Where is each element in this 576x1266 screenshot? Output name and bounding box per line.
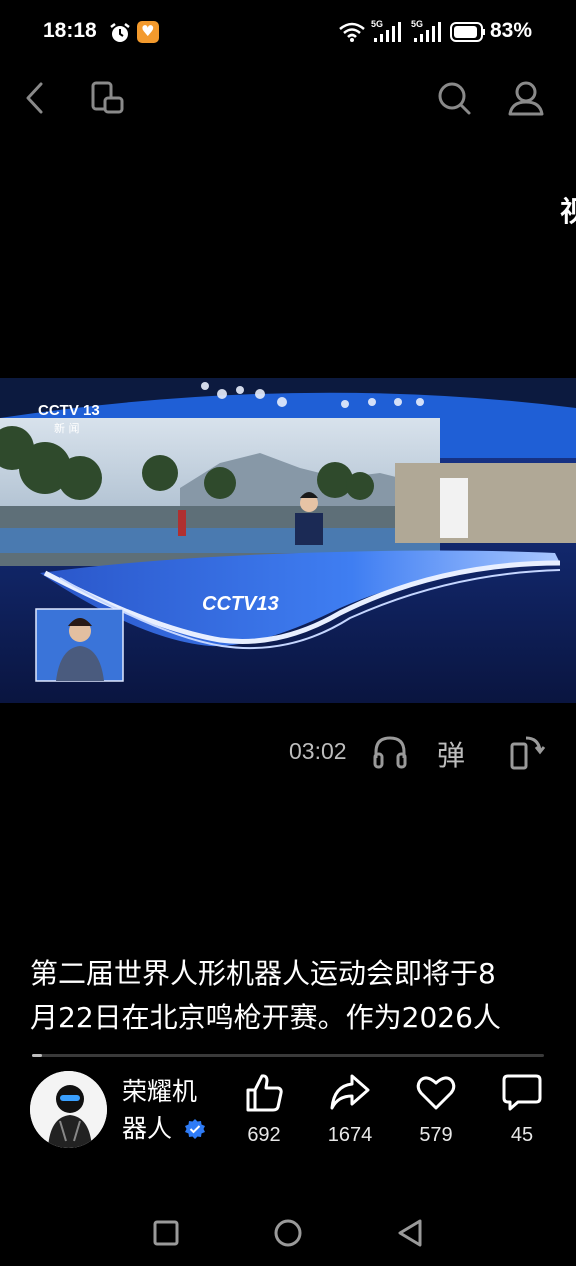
wifi-icon xyxy=(339,22,365,42)
heart-icon xyxy=(416,1076,456,1110)
window-switch-icon[interactable] xyxy=(88,78,128,118)
back-icon[interactable] xyxy=(16,78,56,118)
alarm-icon xyxy=(110,23,130,42)
user-icon[interactable] xyxy=(506,78,546,118)
author-name-line-1: 荣耀机 xyxy=(122,1077,198,1106)
rotate-screen-icon[interactable] xyxy=(508,732,548,772)
video-frame: CCTV13 CCTV 13 新 闻 xyxy=(0,378,576,703)
player-controls: 03:02 弹 xyxy=(0,728,576,776)
search-icon[interactable] xyxy=(434,78,474,118)
channel-logo: CCTV 13 xyxy=(38,402,100,419)
network-label-1: 5G xyxy=(371,19,383,29)
app-notification-icon xyxy=(137,21,159,43)
verified-icon xyxy=(185,1119,205,1139)
like-button[interactable]: 692 xyxy=(229,1070,299,1152)
battery-percent: 83% xyxy=(490,19,533,42)
status-bar: 18:18 5G 5G 83% xyxy=(0,0,576,66)
comment-button[interactable]: 45 xyxy=(487,1070,557,1152)
like-icon xyxy=(246,1074,283,1112)
like-count: 692 xyxy=(247,1124,281,1146)
home-icon[interactable] xyxy=(268,1213,308,1253)
comment-icon xyxy=(502,1074,542,1111)
status-time: 18:18 xyxy=(43,19,97,42)
comment-count: 45 xyxy=(510,1124,534,1146)
back-nav-icon[interactable] xyxy=(390,1213,430,1253)
favorite-button[interactable]: 579 xyxy=(401,1070,471,1152)
favorite-count: 579 xyxy=(419,1124,453,1146)
channel-sublabel: 新 闻 xyxy=(54,421,80,435)
next-video-title-fragment: 视 xyxy=(560,195,576,228)
headphones-icon[interactable] xyxy=(370,732,410,772)
progress-fill xyxy=(32,1054,43,1057)
signal-icon: 5G xyxy=(411,19,441,42)
avatar[interactable] xyxy=(30,1071,107,1148)
battery-icon xyxy=(450,22,485,42)
video-duration: 03:02 xyxy=(289,738,347,764)
share-count: 1674 xyxy=(327,1124,373,1146)
share-button[interactable]: 1674 xyxy=(315,1070,385,1152)
danmaku-icon[interactable]: 弹 xyxy=(437,734,465,774)
progress-bar[interactable] xyxy=(32,1054,544,1057)
desk-logo: CCTV13 xyxy=(202,593,279,615)
network-label-2: 5G xyxy=(411,19,423,29)
video-player[interactable]: CCTV13 CCTV 13 新 闻 xyxy=(0,378,576,703)
recent-apps-icon[interactable] xyxy=(146,1213,186,1253)
signal-icon: 5G xyxy=(371,19,401,42)
share-icon xyxy=(330,1074,370,1110)
caption-line-2: 月22日在北京鸣枪开赛。作为2026人 xyxy=(30,1001,501,1034)
caption-line-1: 第二届世界人形机器人运动会即将于8 xyxy=(30,957,496,990)
video-caption[interactable]: 第二届世界人形机器人运动会即将于8 月22日在北京鸣枪开赛。作为2026人 xyxy=(30,952,550,1040)
